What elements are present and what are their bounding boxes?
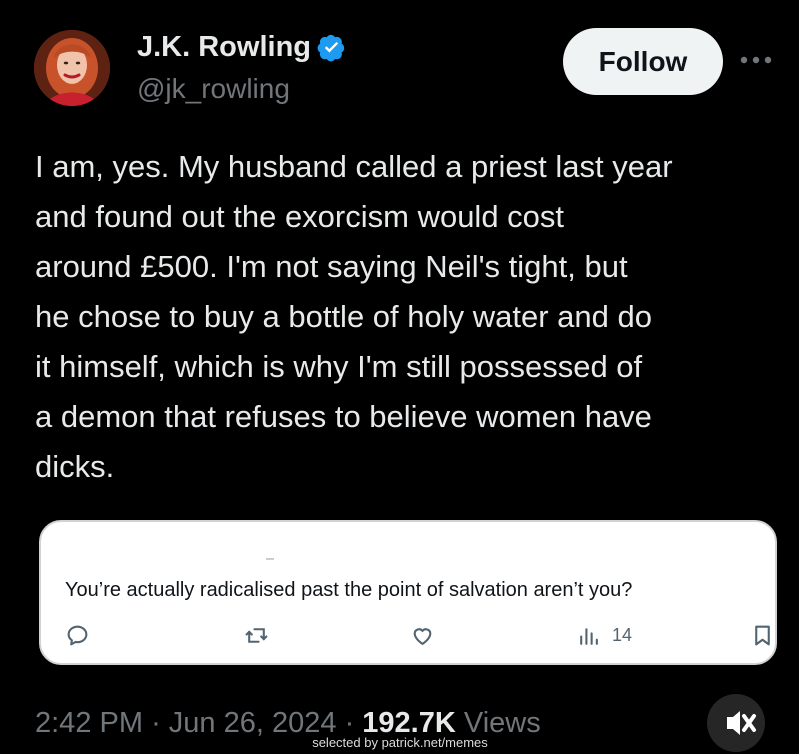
- author-name[interactable]: J.K. Rowling: [137, 29, 311, 65]
- verified-badge-icon: [317, 34, 345, 61]
- card-separator: [266, 558, 274, 560]
- views-icon: [580, 628, 598, 645]
- author-handle[interactable]: @jk_rowling: [137, 72, 290, 106]
- follow-button[interactable]: Follow: [563, 28, 723, 95]
- quoted-screenshot-card: You’re actually radicalised past the poi…: [39, 520, 777, 665]
- mute-button[interactable]: [707, 694, 765, 752]
- quoted-views-count: 14: [612, 625, 633, 645]
- tweet-time[interactable]: 2:42 PM: [35, 707, 143, 739]
- quoted-tweet-text: You’re actually radicalised past the poi…: [65, 579, 633, 601]
- like-icon: [413, 628, 432, 645]
- bookmark-icon: [755, 625, 770, 646]
- tweet-text: I am, yes. My husband called a priest la…: [35, 149, 673, 484]
- mute-icon: [727, 711, 756, 735]
- meta-separator: ·: [151, 707, 161, 739]
- watermark-text: selected by patrick.net/memes: [312, 735, 488, 750]
- author-name-row[interactable]: J.K. Rowling: [137, 29, 346, 65]
- more-horizontal-icon[interactable]: [738, 48, 774, 72]
- author-avatar[interactable]: [34, 30, 110, 106]
- reply-icon: [67, 625, 88, 646]
- retweet-icon: [245, 628, 268, 643]
